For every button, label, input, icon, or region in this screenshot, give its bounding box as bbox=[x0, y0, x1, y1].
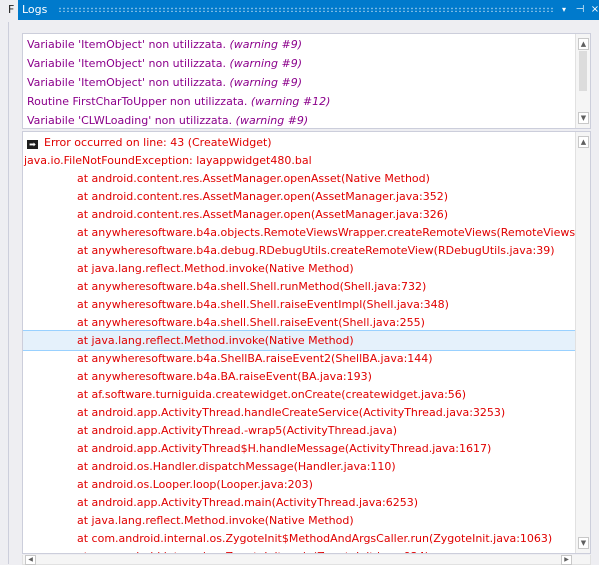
stack-trace-line[interactable]: at android.os.Looper.loop(Looper.java:20… bbox=[23, 475, 576, 494]
warning-line[interactable]: Variabile 'ItemObject' non utilizzata. (… bbox=[23, 35, 576, 54]
title-bar-grip bbox=[58, 7, 553, 12]
error-arrow-icon: ➡ bbox=[27, 140, 38, 149]
error-log-list[interactable]: ➡ Error occurred on line: 43 (CreateWidge… bbox=[22, 131, 591, 554]
auto-hide-pin-icon[interactable]: ⊣ bbox=[573, 2, 587, 18]
adjacent-panel-title[interactable]: F bbox=[0, 0, 18, 20]
stack-trace-line[interactable]: at anywheresoftware.b4a.BA.raiseEvent(BA… bbox=[23, 367, 576, 386]
scroll-down-arrow-icon[interactable]: ▼ bbox=[578, 537, 589, 549]
scroll-up-arrow-icon[interactable]: ▲ bbox=[578, 38, 589, 50]
stack-trace-line[interactable]: at com.android.internal.os.ZygoteInit.ma… bbox=[23, 547, 576, 553]
stack-trace-line[interactable]: at android.app.ActivityThread.handleCrea… bbox=[23, 403, 576, 422]
stack-trace-line[interactable]: at anywheresoftware.b4a.shell.Shell.runM… bbox=[23, 277, 576, 296]
stack-trace-line[interactable]: at android.content.res.AssetManager.open… bbox=[23, 169, 576, 188]
stack-trace-line[interactable]: at android.app.ActivityThread.-wrap5(Act… bbox=[23, 421, 576, 440]
stack-trace-line[interactable]: at android.content.res.AssetManager.open… bbox=[23, 187, 576, 206]
stack-trace-line[interactable]: at anywheresoftware.b4a.shell.Shell.rais… bbox=[23, 313, 576, 332]
warning-line[interactable]: Routine FirstCharToUpper non utilizzata.… bbox=[23, 92, 576, 111]
warning-code: (warning #12) bbox=[250, 95, 331, 108]
warning-line[interactable]: Variabile 'ItemObject' non utilizzata. (… bbox=[23, 54, 576, 73]
warning-text: Routine FirstCharToUpper non utilizzata. bbox=[27, 95, 251, 108]
window-menu-dropdown-icon[interactable]: ▾ bbox=[557, 2, 571, 18]
stack-trace-line-selected[interactable]: at java.lang.reflect.Method.invoke(Nativ… bbox=[23, 330, 577, 351]
warning-code: (warning #9) bbox=[229, 38, 303, 51]
stack-trace-line[interactable]: at com.android.internal.os.ZygoteInit$Me… bbox=[23, 529, 576, 548]
scroll-down-arrow-icon[interactable]: ▼ bbox=[578, 112, 589, 124]
stack-trace-line[interactable]: at anywheresoftware.b4a.ShellBA.raiseEve… bbox=[23, 349, 576, 368]
warning-text: Variabile 'CLWLoading' non utilizzata. bbox=[27, 114, 236, 127]
warning-text: Variabile 'ItemObject' non utilizzata. bbox=[27, 38, 230, 51]
warnings-vertical-scrollbar[interactable]: ▲ ▼ bbox=[575, 34, 590, 128]
stack-trace-line[interactable]: at java.lang.reflect.Method.invoke(Nativ… bbox=[23, 259, 576, 278]
error-log-vertical-scrollbar[interactable]: ▲ ▼ bbox=[575, 132, 590, 553]
warning-code: (warning #9) bbox=[235, 114, 309, 127]
error-header-line[interactable]: ➡ Error occurred on line: 43 (CreateWidge… bbox=[23, 133, 576, 152]
stack-trace-line[interactable]: at android.app.ActivityThread.main(Activ… bbox=[23, 493, 576, 512]
warning-line[interactable]: Variabile 'CLWLoading' non utilizzata. (… bbox=[23, 111, 576, 128]
scrollbar-thumb[interactable] bbox=[579, 51, 587, 91]
warning-text: Variabile 'ItemObject' non utilizzata. bbox=[27, 57, 230, 70]
stack-trace-line[interactable]: at anywheresoftware.b4a.debug.RDebugUtil… bbox=[23, 241, 576, 260]
error-header-text: Error occurred on line: 43 (CreateWidget… bbox=[44, 136, 272, 149]
stack-trace-line[interactable]: at anywheresoftware.b4a.shell.Shell.rais… bbox=[23, 295, 576, 314]
scroll-up-arrow-icon[interactable]: ▲ bbox=[578, 136, 589, 148]
warning-code: (warning #9) bbox=[229, 76, 303, 89]
close-icon[interactable]: × bbox=[588, 2, 599, 18]
stack-trace-line[interactable]: at android.app.ActivityThread$H.handleMe… bbox=[23, 439, 576, 458]
warning-text: Variabile 'ItemObject' non utilizzata. bbox=[27, 76, 230, 89]
logs-title: Logs bbox=[22, 3, 48, 16]
stack-trace-line[interactable]: at af.software.turniguida.createwidget.o… bbox=[23, 385, 576, 404]
stack-trace-line[interactable]: at java.lang.reflect.Method.invoke(Nativ… bbox=[23, 511, 576, 530]
stack-trace-line[interactable]: at android.os.Handler.dispatchMessage(Ha… bbox=[23, 457, 576, 476]
adjacent-panel-stub: F bbox=[0, 0, 18, 564]
stack-trace-line[interactable]: at anywheresoftware.b4a.objects.RemoteVi… bbox=[23, 223, 576, 242]
warning-code: (warning #9) bbox=[229, 57, 303, 70]
adjacent-panel-divider bbox=[8, 22, 9, 564]
warnings-list[interactable]: Variabile 'ItemObject' non utilizzata. (… bbox=[22, 33, 591, 129]
warning-line[interactable]: Variabile 'ItemObject' non utilizzata. (… bbox=[23, 73, 576, 92]
exception-line[interactable]: java.io.FileNotFoundException: layappwid… bbox=[23, 151, 576, 170]
logs-title-bar[interactable]: Logs ▾ ⊣ × bbox=[18, 0, 599, 20]
logs-panel: Variabile 'ItemObject' non utilizzata. (… bbox=[18, 20, 599, 565]
stack-trace-line[interactable]: at android.content.res.AssetManager.open… bbox=[23, 205, 576, 224]
